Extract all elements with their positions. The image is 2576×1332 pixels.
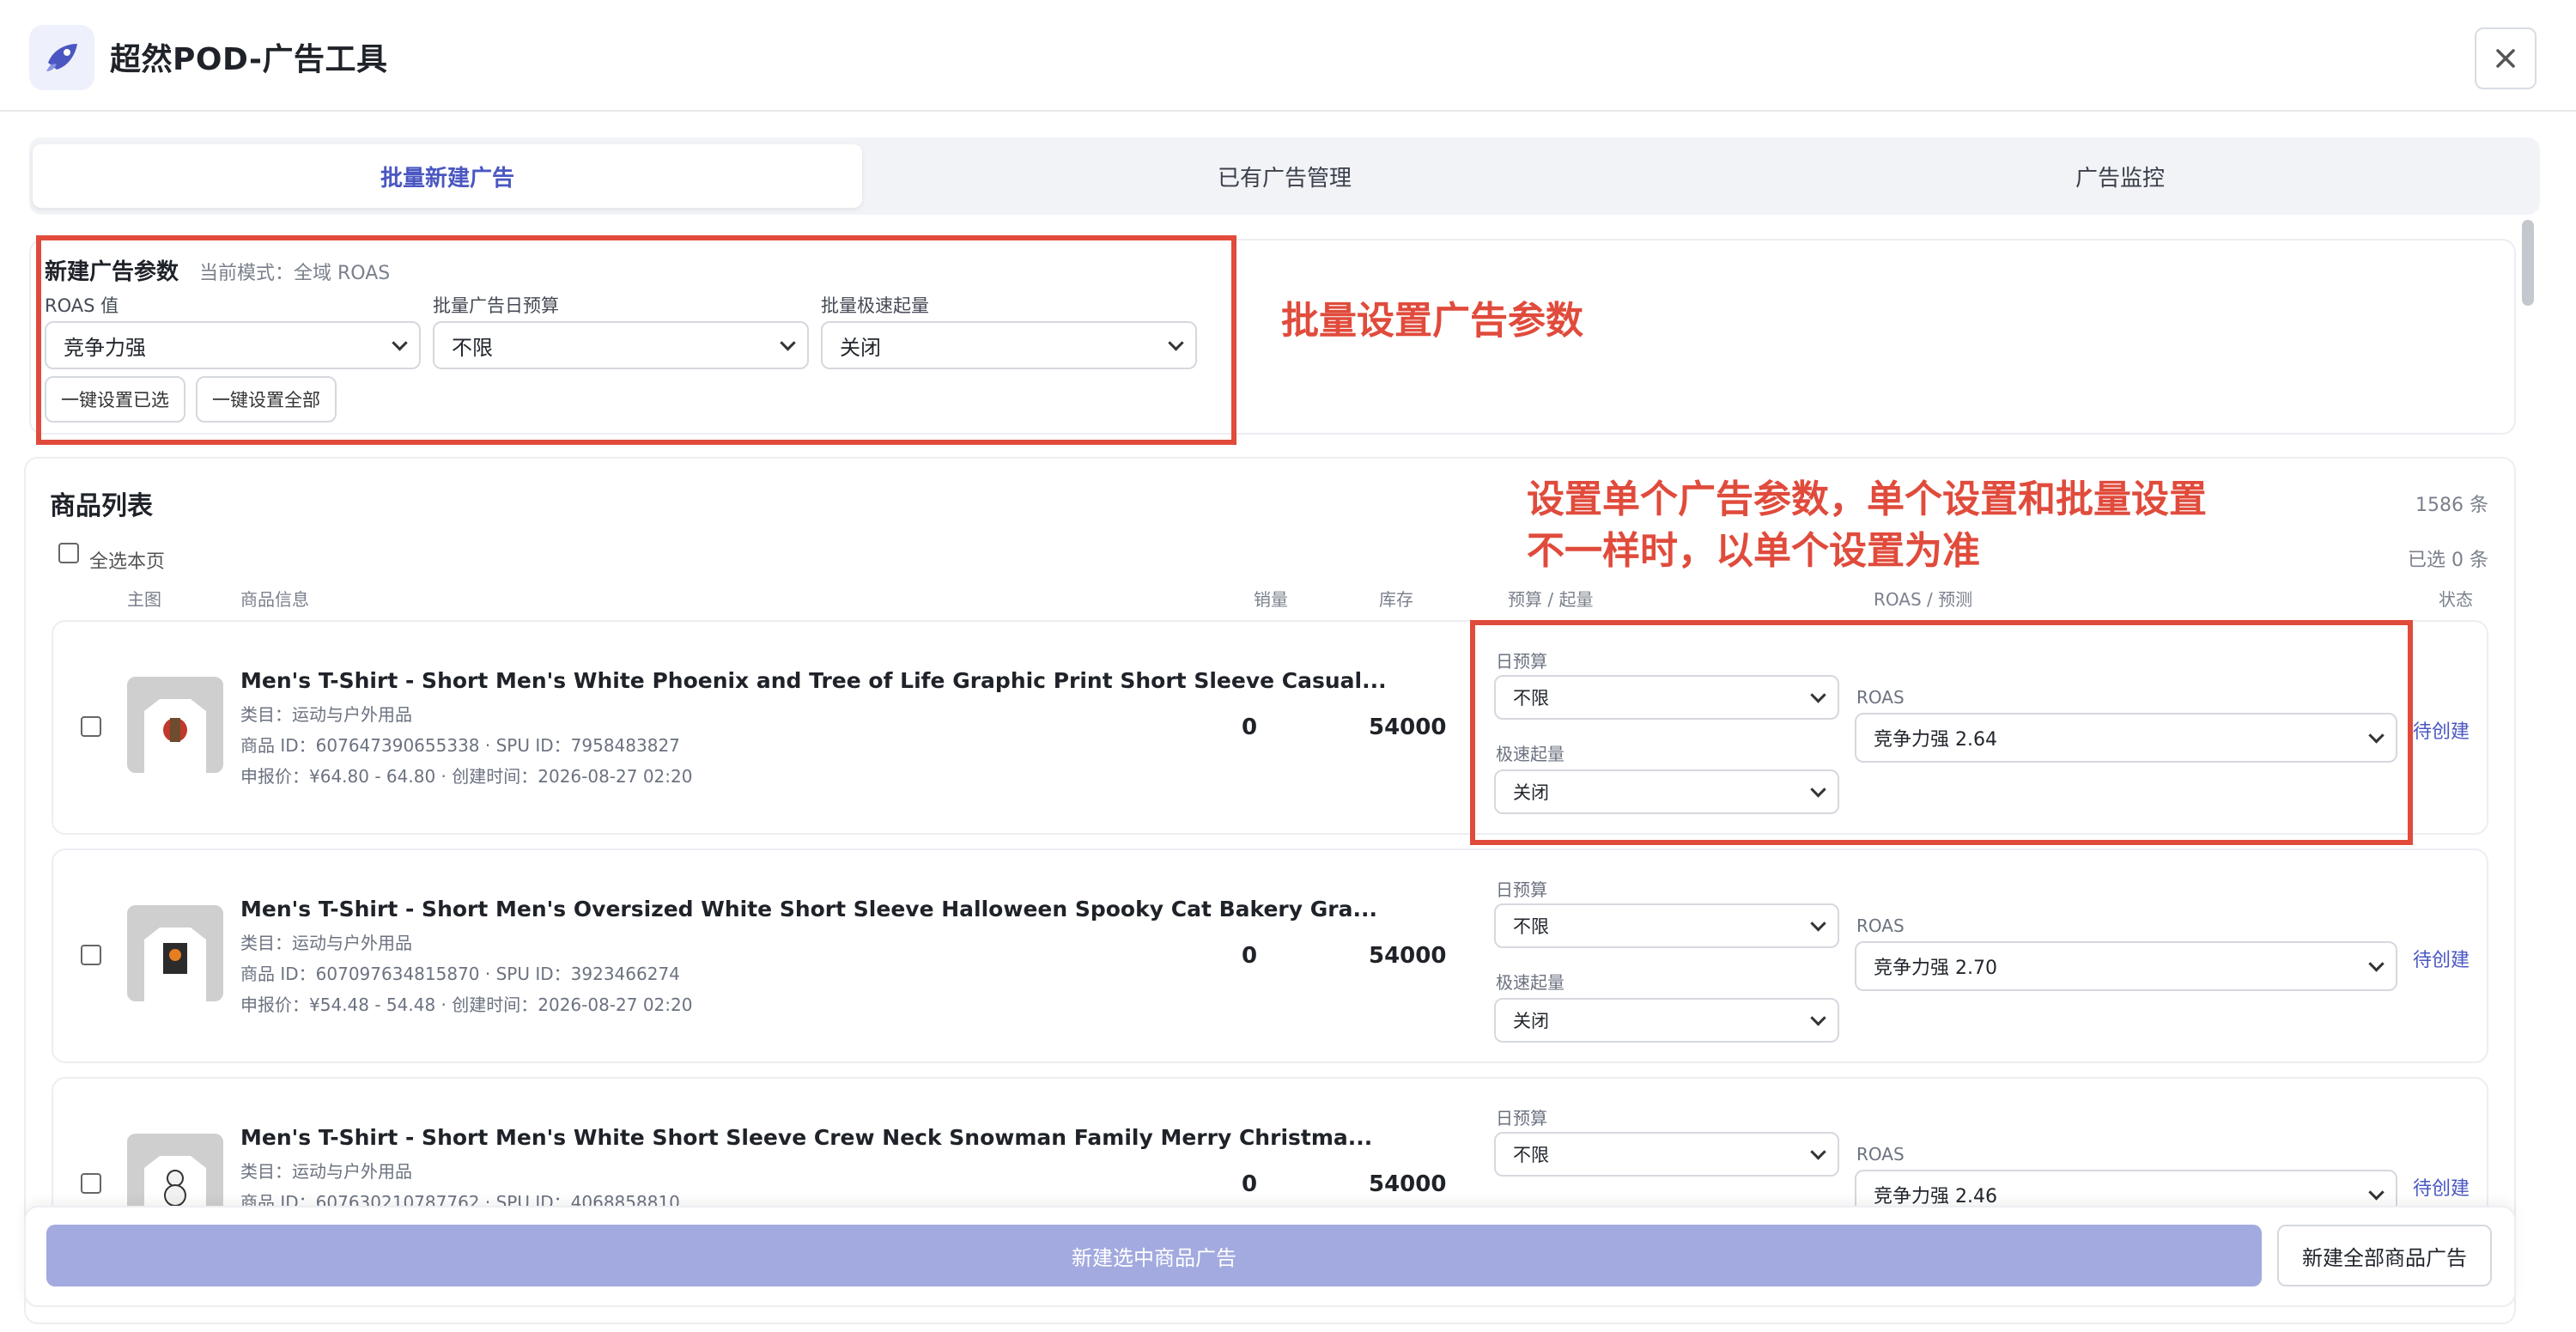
tab-ad-management[interactable]: 已有广告管理	[870, 144, 1699, 208]
product-price: 申报价：¥54.48 - 54.48 · 创建时间：2026-08-27 02:…	[240, 994, 693, 1015]
row-roas-select[interactable]: 竞争力强 2.70	[1855, 941, 2397, 991]
annotation-box-single	[1470, 620, 2413, 845]
create-all-button[interactable]: 新建全部商品广告	[2277, 1225, 2492, 1286]
app-header: 超然POD-广告工具	[0, 0, 2576, 112]
row-status[interactable]: 待创建	[2413, 945, 2470, 972]
row-checkbox[interactable]	[81, 716, 101, 737]
roas-label: ROAS	[1856, 915, 1905, 936]
row-budget-select[interactable]: 不限	[1494, 1132, 1839, 1177]
annotation-box-batch	[36, 235, 1236, 445]
chevron-down-icon	[2368, 956, 2385, 972]
row-status[interactable]: 待创建	[2413, 716, 2470, 744]
row-budget-value: 不限	[1513, 916, 1549, 937]
chevron-down-icon	[1810, 915, 1826, 932]
row-checkbox[interactable]	[81, 1173, 101, 1194]
app-title: 超然POD-广告工具	[110, 42, 388, 77]
annotation-batch-text: 批量设置广告参数	[1281, 299, 1583, 343]
product-sales: 0	[1242, 943, 1258, 969]
daily-budget-label: 日预算	[1496, 879, 1547, 900]
col-image: 主图	[127, 589, 161, 610]
product-category: 类目：运动与户外用品	[240, 933, 412, 953]
row-checkbox[interactable]	[81, 945, 101, 965]
annotation-single-line1: 设置单个广告参数，单个设置和批量设置	[1527, 477, 2207, 521]
close-icon	[2496, 49, 2515, 68]
row-budget-select[interactable]: 不限	[1494, 903, 1839, 948]
product-title[interactable]: Men's T-Shirt - Short Men's White Phoeni…	[240, 668, 1387, 693]
product-ids: 商品 ID：607647390655338 · SPU ID：795848382…	[240, 735, 680, 756]
col-status: 状态	[2439, 589, 2473, 610]
product-title[interactable]: Men's T-Shirt - Short Men's White Short …	[240, 1125, 1372, 1150]
product-sales: 0	[1242, 715, 1258, 740]
product-ids: 商品 ID：607097634815870 · SPU ID：392346627…	[240, 964, 680, 984]
roas-label: ROAS	[1856, 1144, 1905, 1165]
select-all-checkbox[interactable]	[58, 543, 79, 563]
product-sales: 0	[1242, 1171, 1258, 1197]
tab-bar: 批量新建广告 已有广告管理 广告监控	[29, 137, 2540, 215]
col-roas: ROAS / 预测	[1874, 589, 1973, 610]
rocket-logo-icon	[46, 44, 77, 71]
row-budget-value: 不限	[1513, 1145, 1549, 1165]
chevron-down-icon	[2368, 1184, 2385, 1201]
product-list-title: 商品列表	[50, 491, 153, 521]
app-window: 超然POD-广告工具 批量新建广告 已有广告管理 广告监控 新建广告参数 当前模…	[0, 0, 2576, 1332]
product-stock: 54000	[1369, 943, 1447, 969]
app-logo	[29, 25, 94, 90]
create-selected-button[interactable]: 新建选中商品广告	[46, 1225, 2262, 1286]
row-status[interactable]: 待创建	[2413, 1173, 2470, 1201]
tab-batch-create[interactable]: 批量新建广告	[33, 144, 862, 208]
col-sales: 销量	[1254, 589, 1288, 610]
product-title[interactable]: Men's T-Shirt - Short Men's Oversized Wh…	[240, 897, 1377, 921]
col-info: 商品信息	[240, 589, 309, 610]
select-all-label: 全选本页	[89, 551, 166, 573]
product-price: 申报价：¥64.80 - 64.80 · 创建时间：2026-08-27 02:…	[240, 766, 693, 787]
row-boost-select[interactable]: 关闭	[1494, 998, 1839, 1043]
tab-ad-monitor[interactable]: 广告监控	[1705, 144, 2535, 208]
chevron-down-icon	[1810, 1144, 1826, 1160]
scrollbar-track[interactable]	[2519, 215, 2537, 1305]
selected-count: 已选 0 条	[2408, 550, 2488, 571]
col-stock: 库存	[1379, 589, 1413, 610]
product-stock: 54000	[1369, 715, 1447, 740]
product-category: 类目：运动与户外用品	[240, 1161, 412, 1182]
row-roas-value: 竞争力强 2.70	[1874, 958, 1997, 979]
product-thumbnail	[127, 905, 223, 1001]
product-stock: 54000	[1369, 1171, 1447, 1197]
daily-budget-label: 日预算	[1496, 1108, 1547, 1128]
annotation-single-line2: 不一样时，以单个设置为准	[1527, 529, 1980, 573]
col-budget: 预算 / 起量	[1508, 589, 1594, 610]
row-boost-value: 关闭	[1513, 1011, 1549, 1031]
product-thumbnail	[127, 677, 223, 773]
scrollbar-thumb[interactable]	[2522, 220, 2534, 306]
boost-label: 极速起量	[1496, 972, 1564, 993]
row-roas-value: 竞争力强 2.46	[1874, 1186, 1997, 1207]
product-category: 类目：运动与户外用品	[240, 704, 412, 725]
close-button[interactable]	[2475, 27, 2537, 89]
total-count: 1586 条	[2415, 495, 2488, 516]
chevron-down-icon	[1810, 1010, 1826, 1026]
